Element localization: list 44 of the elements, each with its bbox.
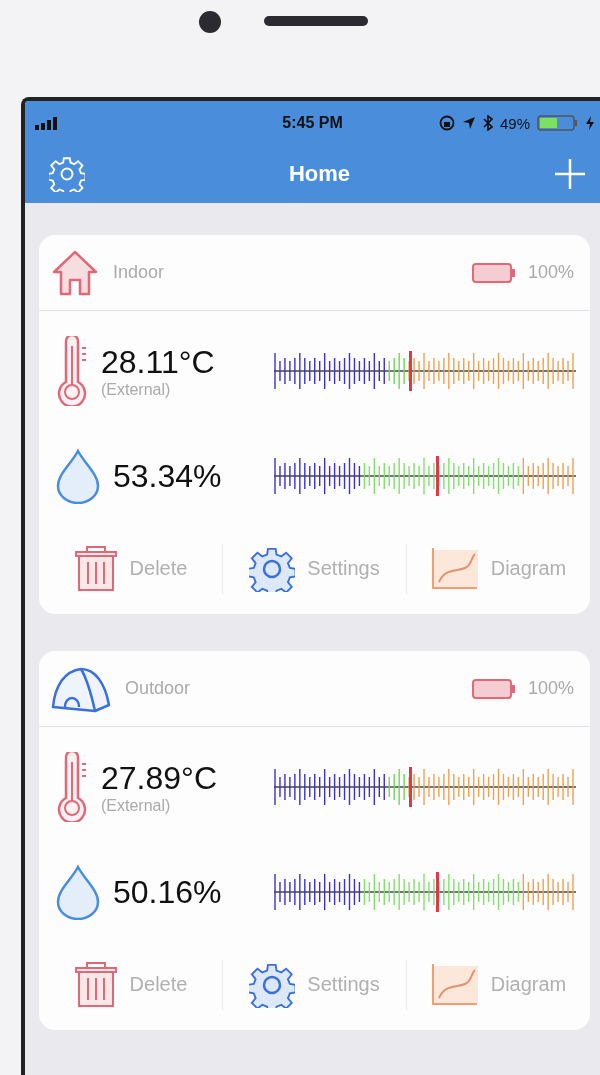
action-button[interactable]: Diagram — [407, 963, 590, 1006]
action-button[interactable]: Delete — [39, 961, 222, 1008]
line-chart-icon — [430, 963, 479, 1006]
location-icon — [461, 116, 476, 130]
battery-icon — [471, 678, 516, 699]
action-button[interactable]: Diagram — [407, 547, 590, 590]
trash-icon — [73, 545, 118, 592]
battery-percent: 100% — [527, 262, 574, 283]
reading-value: 50.16% — [113, 873, 223, 911]
gauge-marker — [436, 872, 440, 912]
gear-icon — [249, 545, 296, 592]
add-icon[interactable] — [554, 158, 586, 190]
thermometer-icon — [55, 752, 89, 822]
battery-icon — [537, 115, 579, 131]
action-button[interactable]: Delete — [39, 545, 222, 592]
line-chart-icon — [430, 547, 479, 590]
reading-value: 27.89°C — [101, 759, 218, 797]
camera-dot — [199, 11, 221, 33]
gauge-marker — [436, 456, 440, 496]
device-name: Indoor — [113, 262, 165, 283]
settings-icon[interactable] — [49, 156, 85, 192]
bluetooth-icon — [482, 115, 493, 131]
gauge-marker — [408, 351, 412, 391]
action-button[interactable]: Settings — [223, 961, 406, 1008]
trash-icon — [73, 961, 118, 1008]
reading-note: (External) — [101, 796, 172, 815]
status-time: 5:45 PM — [282, 114, 343, 132]
battery-icon — [471, 262, 516, 283]
gauge-marker — [408, 767, 412, 807]
charging-icon — [586, 116, 594, 130]
reading-note: (External) — [101, 380, 172, 399]
device-name: Outdoor — [125, 678, 191, 699]
battery-percent: 100% — [527, 678, 574, 699]
thermometer-icon — [55, 336, 89, 406]
reading-value: 53.34% — [113, 457, 223, 495]
water-drop-icon — [55, 448, 101, 504]
gear-icon — [249, 961, 296, 1008]
house-icon — [51, 249, 99, 296]
nav-title: Home — [288, 161, 351, 187]
water-drop-icon — [55, 864, 101, 920]
rotation-lock-icon — [438, 115, 455, 131]
reading-value: 28.11°C — [101, 343, 216, 381]
action-button[interactable]: Settings — [223, 545, 406, 592]
battery-percent: 49% — [499, 114, 530, 132]
